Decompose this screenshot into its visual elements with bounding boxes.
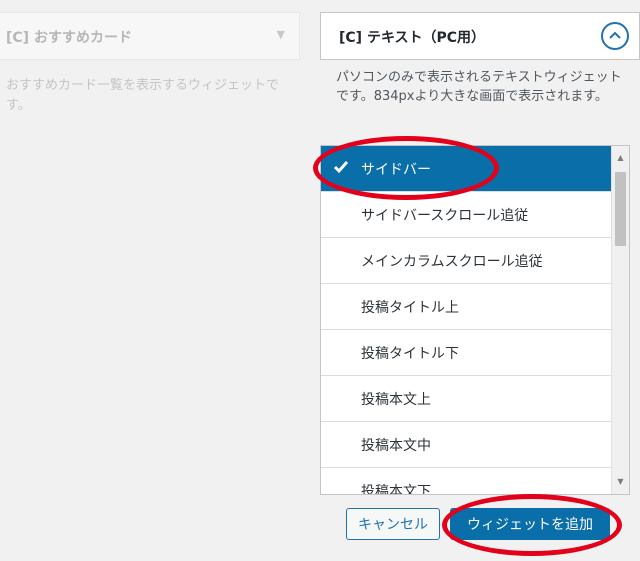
list-item-label: サイドバー bbox=[361, 161, 431, 178]
list-item-label: 投稿本文下 bbox=[361, 483, 431, 495]
expanded-widget-column: [C] テキスト（PC用） パソコンのみで表示されるテキストウィジェットです。8… bbox=[320, 0, 640, 561]
sidebar-option-below-post-title[interactable]: 投稿タイトル下 bbox=[321, 330, 612, 376]
chevron-up-icon[interactable] bbox=[601, 22, 629, 50]
list-item-label: 投稿本文中 bbox=[361, 437, 431, 454]
scroll-up-icon[interactable]: ▲ bbox=[612, 150, 629, 166]
caret-down-icon: ▼ bbox=[276, 28, 285, 41]
widget-description: おすすめカード一覧を表示するウィジェットです。 bbox=[6, 78, 280, 113]
widget-text-pc[interactable]: [C] テキスト（PC用） bbox=[320, 12, 640, 60]
widget-description: パソコンのみで表示されるテキストウィジェットです。834pxより大きな画面で表示… bbox=[336, 70, 622, 104]
list-scrollbar[interactable]: ▲ ▼ bbox=[611, 146, 629, 494]
list-item-label: 投稿タイトル上 bbox=[361, 299, 459, 316]
checkmark-icon bbox=[333, 160, 349, 178]
available-widget-column: [C] おすすめカード ▼ おすすめカード一覧を表示するウィジェットです。 bbox=[0, 0, 308, 561]
scroll-down-icon[interactable]: ▼ bbox=[612, 474, 629, 490]
scrollbar-thumb[interactable] bbox=[615, 172, 626, 246]
cancel-button[interactable]: キャンセル bbox=[346, 508, 440, 540]
widget-title: [C] テキスト（PC用） bbox=[339, 30, 486, 46]
sidebar-option-below-post-body[interactable]: 投稿本文下 bbox=[321, 468, 612, 495]
widget-title: [C] おすすめカード bbox=[6, 30, 132, 46]
sidebar-option-sidebar[interactable]: サイドバー bbox=[321, 146, 612, 192]
list-item-label: 投稿タイトル下 bbox=[361, 345, 459, 362]
sidebar-option-scroll-follow[interactable]: サイドバースクロール追従 bbox=[321, 192, 612, 238]
sidebar-option-main-column-scroll[interactable]: メインカラムスクロール追従 bbox=[321, 238, 612, 284]
add-widget-button[interactable]: ウィジェットを追加 bbox=[450, 508, 610, 540]
list-item-label: サイドバースクロール追従 bbox=[361, 207, 529, 224]
list-item-label: 投稿本文上 bbox=[361, 391, 431, 408]
list-item-label: メインカラムスクロール追従 bbox=[361, 253, 543, 270]
sidebar-option-in-post-body[interactable]: 投稿本文中 bbox=[321, 422, 612, 468]
sidebar-option-above-post-title[interactable]: 投稿タイトル上 bbox=[321, 284, 612, 330]
sidebar-option-above-post-body[interactable]: 投稿本文上 bbox=[321, 376, 612, 422]
sidebar-select-list[interactable]: サイドバー サイドバースクロール追従 メインカラムスクロール追従 投稿タイトル上… bbox=[320, 145, 630, 495]
widget-osusume-card[interactable]: [C] おすすめカード ▼ bbox=[0, 12, 300, 60]
